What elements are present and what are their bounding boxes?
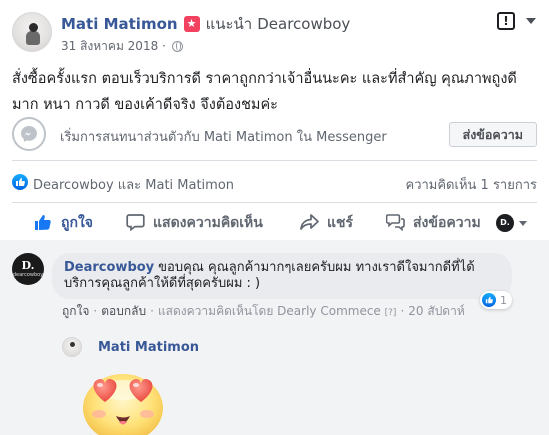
chevron-down-icon[interactable] [525, 18, 537, 26]
share-icon [300, 213, 320, 233]
comment-by-text: แสดงความคิดเห็นโดย Dearly Commece [157, 304, 381, 318]
reply-author-link[interactable]: Mati Matimon [98, 340, 199, 355]
messenger-prompt-row: เริ่มการสนทนาส่วนตัวกับ Mati Matimon ใน … [12, 117, 537, 153]
globe-icon [171, 40, 183, 52]
commenter-avatar[interactable]: D. dearcowboy [12, 253, 44, 285]
comment-actions: ถูกใจ · ตอบกลับ · แสดงความคิดเห็นโดย Dearly … [62, 304, 465, 318]
post-header: Mati Matimon แนะนำ Dearcowboy 31 สิงหาคม… [12, 12, 537, 56]
reaction-names-link[interactable]: Dearcowboy และ Mati Matimon [33, 174, 234, 195]
comment-icon [126, 213, 146, 233]
recommend-star-icon [183, 16, 200, 32]
like-count: 1 [500, 293, 507, 307]
post-actions: ถูกใจ แสดงความคิดเห็น แชร์ ส่งข้อความ D. [12, 206, 537, 240]
recommends-label: แนะนำ [205, 15, 253, 33]
send-label: ส่งข้อความ [413, 215, 481, 231]
reactions-summary: Dearcowboy และ Mati Matimon ความคิดเห็น … [12, 172, 538, 195]
avatar-caption: dearcowboy [12, 272, 44, 278]
post-title-row: Mati Matimon แนะนำ Dearcowboy [61, 14, 350, 34]
comment-author-link[interactable]: Dearcowboy [64, 260, 154, 275]
post-body-text: สั่งซื้อครั้งแรก ตอบเร็วบริการดี ราคาถูก… [12, 71, 517, 113]
send-button[interactable]: ส่งข้อความ [385, 206, 481, 240]
comment-bubble: Dearcowboy ขอบคุณ คุณลูกค้ามากๆเลยครับผม … [52, 253, 512, 299]
comment-time-link[interactable]: 20 สัปดาห์ [408, 304, 464, 318]
info-link[interactable]: [?] [385, 308, 397, 318]
messenger-icon [12, 117, 46, 151]
divider [12, 160, 537, 161]
page-avatar: D. [496, 214, 514, 232]
divider [12, 202, 537, 203]
heart-eyes-sticker [83, 374, 163, 435]
messenger-prompt-text: เริ่มการสนทนาส่วนตัวกับ Mati Matimon ใน … [60, 130, 387, 145]
comment-label: แสดงความคิดเห็น [153, 215, 263, 231]
comment-like-link[interactable]: ถูกใจ [62, 304, 89, 318]
recommended-page-link[interactable]: Dearcowboy [257, 15, 350, 33]
like-reaction-icon [12, 174, 28, 190]
page-selector[interactable]: D. [496, 206, 527, 240]
post-meta: 31 สิงหาคม 2018 · [61, 38, 183, 54]
avatar-monogram: D. [21, 259, 35, 272]
comment-count-link[interactable]: ความคิดเห็น 1 รายการ [406, 174, 538, 195]
send-message-button[interactable]: ส่งข้อความ [448, 122, 537, 147]
share-label: แชร์ [327, 215, 354, 231]
report-icon[interactable]: ! [497, 12, 515, 30]
author-name-link[interactable]: Mati Matimon [61, 15, 178, 33]
like-label: ถูกใจ [61, 215, 93, 231]
author-avatar[interactable] [12, 12, 52, 52]
post-date-link[interactable]: 31 สิงหาคม 2018 · [61, 37, 166, 56]
thumbs-up-icon [34, 213, 54, 233]
reply-author-avatar[interactable] [62, 337, 82, 357]
comment-reply-link[interactable]: ตอบกลับ [101, 304, 146, 318]
messages-icon [385, 213, 406, 233]
like-button[interactable]: ถูกใจ [34, 206, 93, 240]
share-button[interactable]: แชร์ [300, 206, 353, 240]
caret-down-icon [519, 220, 527, 226]
comment-button[interactable]: แสดงความคิดเห็น [126, 206, 263, 240]
